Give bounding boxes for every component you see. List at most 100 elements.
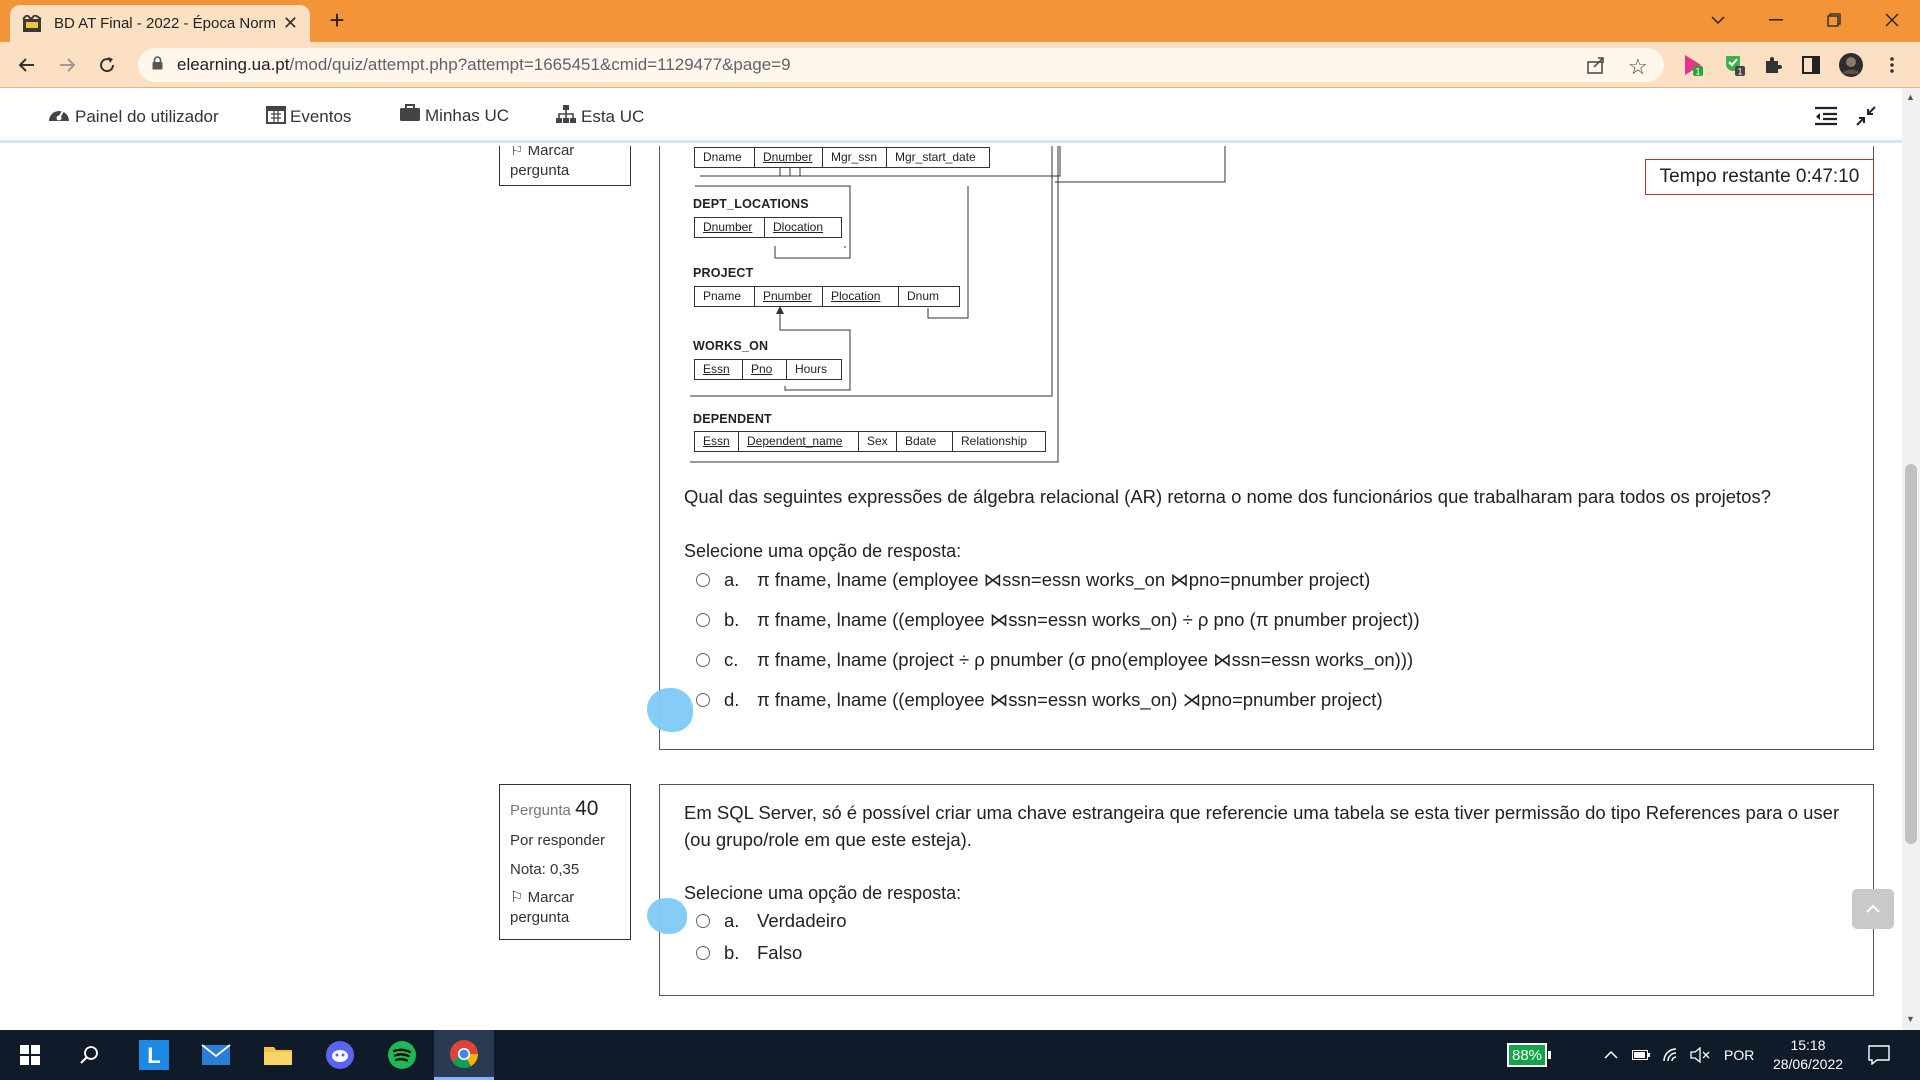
nav-my-courses[interactable]: Minhas UC xyxy=(399,104,509,127)
svg-text:L: L xyxy=(147,1043,160,1068)
clock[interactable]: 15:18 28/06/2022 xyxy=(1768,1030,1848,1080)
nav-events[interactable]: Eventos xyxy=(266,104,351,129)
flag-question-39[interactable]: ⚐ Marcar xyxy=(510,146,620,161)
new-tab-icon[interactable]: + xyxy=(322,6,352,36)
url-path: /mod/quiz/attempt.php?attempt=1665451&cm… xyxy=(289,55,791,74)
browser-menu-icon[interactable] xyxy=(1884,52,1900,78)
question-39-prompt: Selecione uma opção de resposta: xyxy=(684,541,962,561)
nav-dashboard[interactable]: Painel do utilizador xyxy=(47,104,219,129)
extension-shield-icon[interactable]: 1 xyxy=(1722,52,1748,78)
app-l-icon[interactable]: L xyxy=(124,1030,184,1080)
nav-this-course-label: Esta UC xyxy=(581,106,645,126)
tab-title: BD AT Final - 2022 - Época Norm xyxy=(54,15,275,32)
radio-button[interactable] xyxy=(696,613,710,627)
question-40-text: Em SQL Server, só é possível criar uma c… xyxy=(684,802,1840,850)
lock-icon xyxy=(152,55,163,75)
cursor-highlight xyxy=(647,898,687,934)
reload-icon[interactable] xyxy=(92,50,122,80)
question-40-prompt: Selecione uma opção de resposta: xyxy=(684,883,962,903)
radio-button[interactable] xyxy=(696,653,710,667)
language-indicator[interactable]: POR xyxy=(1724,1030,1754,1080)
browser-tab[interactable]: BD AT Final - 2022 - Época Norm ✕ xyxy=(10,5,310,42)
q39-option-a[interactable]: a. π fname, lname (employee ⋈ssn=essn wo… xyxy=(696,569,1370,591)
question-label: Pergunta xyxy=(510,802,571,819)
minimize-icon[interactable] xyxy=(1748,0,1804,40)
file-explorer-icon[interactable] xyxy=(248,1030,308,1080)
briefcase-icon xyxy=(399,104,425,127)
close-window-icon[interactable] xyxy=(1864,0,1920,40)
discord-icon[interactable] xyxy=(310,1030,370,1080)
wifi-icon[interactable] xyxy=(1662,1030,1680,1080)
option-label: d. xyxy=(724,689,740,710)
option-label: a. xyxy=(724,910,740,931)
option-label: c. xyxy=(724,649,739,670)
schema-cell: Pname xyxy=(695,287,755,306)
address-bar[interactable]: elearning.ua.pt/mod/quiz/attempt.php?att… xyxy=(138,48,1664,82)
back-icon[interactable] xyxy=(12,50,42,80)
collapse-icon[interactable] xyxy=(1856,106,1880,126)
start-windows-icon[interactable] xyxy=(0,1030,60,1080)
share-icon[interactable] xyxy=(1586,56,1606,79)
site-navigation: Painel do utilizador Eventos Minhas UC E… xyxy=(0,88,1902,143)
moodle-favicon-icon xyxy=(22,13,42,33)
q39-option-c[interactable]: c. π fname, lname (project ÷ ρ pnumber (… xyxy=(696,649,1413,671)
schema-cell: Dependent_name xyxy=(739,432,859,451)
tab-close-icon[interactable]: ✕ xyxy=(283,13,298,34)
radio-button[interactable] xyxy=(696,914,710,928)
show-hidden-icons-icon[interactable] xyxy=(1604,1030,1618,1080)
bookmark-star-icon[interactable]: ☆ xyxy=(1628,54,1648,80)
extension-play-icon[interactable]: 1 xyxy=(1680,52,1706,78)
extensions-puzzle-icon[interactable] xyxy=(1760,52,1786,78)
flag-label-top: Marcar xyxy=(527,146,575,159)
side-panel-icon[interactable] xyxy=(1798,52,1824,78)
page-scrollbar[interactable]: ▲ ▼ xyxy=(1902,88,1920,1030)
toggle-drawer-icon[interactable] xyxy=(1814,106,1842,126)
url-host: elearning.ua.pt xyxy=(177,55,290,74)
tab-search-icon[interactable] xyxy=(1690,0,1746,40)
notifications-icon[interactable] xyxy=(1868,1030,1890,1080)
clock-date: 28/06/2022 xyxy=(1772,1056,1844,1072)
scroll-down-icon[interactable]: ▼ xyxy=(1906,1014,1915,1024)
schema-cell: Dnum xyxy=(907,289,940,303)
radio-button[interactable] xyxy=(696,693,710,707)
search-icon[interactable] xyxy=(60,1030,120,1080)
scrollbar-thumb[interactable] xyxy=(1905,464,1917,844)
mail-icon[interactable] xyxy=(186,1030,246,1080)
back-to-top-button[interactable] xyxy=(1852,889,1894,929)
nav-events-label: Eventos xyxy=(290,106,352,126)
restore-icon[interactable] xyxy=(1806,0,1862,40)
spotify-icon[interactable] xyxy=(372,1030,432,1080)
nav-dashboard-label: Painel do utilizador xyxy=(75,106,219,126)
flag-question-40[interactable]: ⚐ Marcar xyxy=(510,888,620,908)
flag-label-bottom: pergunta xyxy=(510,909,570,927)
volume-muted-icon[interactable] xyxy=(1690,1030,1710,1080)
option-label: b. xyxy=(724,942,740,963)
schema-cell: Relationship xyxy=(961,434,1028,448)
battery-indicator[interactable]: 88% xyxy=(1507,1030,1552,1080)
q39-option-d[interactable]: d. π fname, lname ((employee ⋈ssn=essn w… xyxy=(696,689,1383,711)
chrome-icon[interactable] xyxy=(434,1030,494,1080)
flag-label-bottom: pergunta xyxy=(510,162,570,180)
windows-taskbar: L 88% POR 15:18 28/06/2022 xyxy=(0,1030,1920,1080)
project-table: Pname Pnumber Plocation Dnum xyxy=(694,286,960,307)
browser-toolbar: elearning.ua.pt/mod/quiz/attempt.php?att… xyxy=(0,42,1920,88)
relation-name: DEPENDENT xyxy=(693,412,772,426)
option-text: π fname, lname ((employee ⋈ssn=essn work… xyxy=(757,609,1420,630)
radio-button[interactable] xyxy=(696,573,710,587)
q40-option-a[interactable]: a. Verdadeiro xyxy=(696,910,846,932)
schema-cell: Dname xyxy=(695,148,755,167)
schema-cell: Hours xyxy=(795,362,828,376)
q39-option-b[interactable]: b. π fname, lname ((employee ⋈ssn=essn w… xyxy=(696,609,1420,631)
forward-icon[interactable] xyxy=(52,50,82,80)
schema-cell: Essn xyxy=(695,360,743,379)
question-status: Por responder xyxy=(510,832,606,850)
schema-cell: Mgr_ssn xyxy=(823,148,887,167)
battery-icon[interactable] xyxy=(1632,1030,1650,1080)
nav-this-course[interactable]: Esta UC xyxy=(555,104,644,129)
cursor-highlight xyxy=(647,688,693,732)
question-39-text: Qual das seguintes expressões de álgebra… xyxy=(684,486,1771,507)
profile-avatar[interactable] xyxy=(1838,52,1864,78)
radio-button[interactable] xyxy=(696,946,710,960)
scroll-up-icon[interactable]: ▲ xyxy=(1906,92,1915,102)
q40-option-b[interactable]: b. Falso xyxy=(696,942,802,964)
